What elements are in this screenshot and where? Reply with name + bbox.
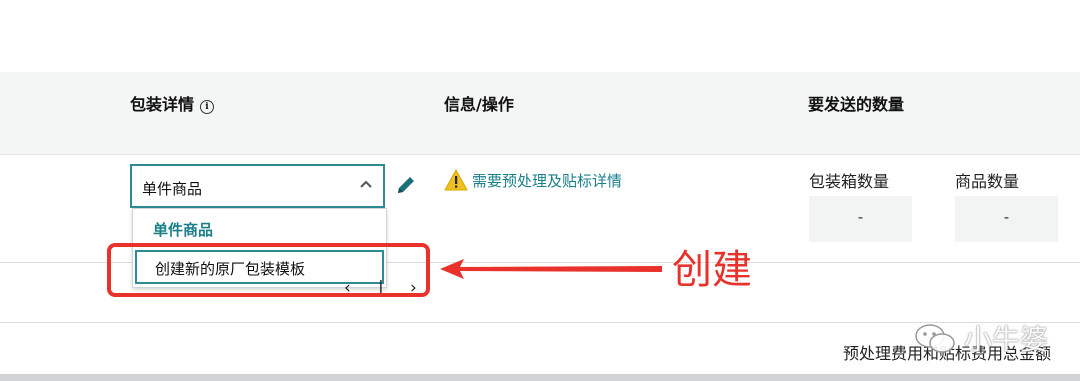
wechat-icon — [915, 324, 955, 353]
packaging-select-value: 单件商品 — [142, 180, 203, 198]
item-count-value: - — [1003, 208, 1010, 226]
chevron-up-icon — [359, 177, 373, 195]
watermark-text: 小牛婆 — [964, 323, 1049, 356]
packaging-select[interactable]: 单件商品 — [130, 164, 385, 208]
prep-labeling-details-link[interactable]: 需要预处理及贴标详情 — [472, 170, 622, 191]
box-count-label: 包装箱数量 — [809, 172, 890, 191]
column-header-packaging: 包装详情 i — [130, 91, 215, 115]
box-count-value: - — [857, 208, 864, 226]
annotation-label: 创建 — [672, 247, 752, 293]
item-count-field[interactable]: - — [955, 196, 1058, 242]
arrow-left-icon — [440, 256, 662, 286]
edit-pencil-icon[interactable] — [395, 174, 417, 200]
highlight-box — [107, 243, 430, 297]
dropdown-option-single-item[interactable]: 单件商品 — [153, 219, 213, 240]
watermark: 小牛婆 — [912, 318, 1072, 358]
box-count-field[interactable]: - — [809, 196, 912, 242]
column-header-quantity: 要发送的数量 — [808, 95, 905, 114]
info-icon[interactable]: i — [200, 100, 215, 114]
column-header-info-action: 信息/操作 — [444, 95, 514, 114]
warning-icon — [444, 168, 468, 195]
packaging-details-label: 包装详情 — [130, 95, 195, 114]
item-count-label: 商品数量 — [955, 172, 1020, 191]
horizontal-scrollbar[interactable] — [0, 374, 1080, 381]
